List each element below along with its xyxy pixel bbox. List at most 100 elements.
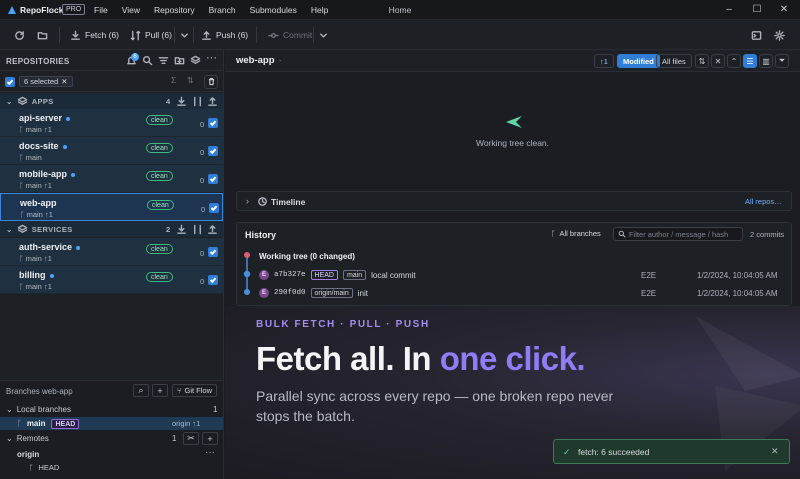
promo-headline: Fetch all. In one click. — [256, 340, 586, 377]
toolbar-divider — [193, 27, 194, 43]
list-view-button[interactable]: ☰ — [743, 54, 757, 68]
repo-checkbox[interactable] — [208, 275, 218, 285]
working-tree-row[interactable]: Working tree (0 changed) — [259, 252, 355, 261]
delete-button[interactable] — [204, 75, 218, 89]
upload-icon[interactable] — [207, 224, 218, 235]
repo-checkbox[interactable] — [208, 118, 218, 128]
open-folder-button[interactable] — [37, 28, 48, 42]
pull-options-button[interactable] — [179, 28, 190, 42]
group-apps-header[interactable]: ⌄ APPS 4 — [0, 93, 223, 109]
more-options-icon[interactable]: ··· — [206, 52, 217, 64]
repo-selector[interactable]: web-app · — [236, 55, 282, 66]
branch-icon: ᚴ — [551, 229, 556, 238]
settings-button[interactable] — [774, 28, 785, 42]
menu-repository[interactable]: Repository — [154, 5, 195, 15]
download-icon[interactable] — [176, 96, 187, 107]
repo-name: auth-service — [19, 242, 73, 252]
group-name: APPS — [31, 96, 54, 106]
terminal-icon — [751, 30, 762, 41]
select-all-checkbox[interactable] — [5, 77, 15, 87]
group-services-header[interactable]: ⌄ SERVICES 2 — [0, 221, 223, 237]
all-repos-link[interactable]: All repos… — [745, 197, 782, 206]
push-button[interactable]: Push (6) — [201, 28, 248, 42]
repo-item-mobile-app[interactable]: mobile-app ᚴ main ↑1 clean 0 — [0, 165, 223, 193]
notification-count-badge: 6 — [131, 53, 139, 61]
search-icon[interactable] — [142, 55, 153, 66]
split-view-button[interactable]: ▥ — [759, 54, 773, 68]
add-folder-icon[interactable] — [174, 55, 185, 66]
repo-item-api-server[interactable]: api-server ᚴ main ↑1 clean 0 — [0, 109, 223, 137]
filter-button[interactable]: ⏷ — [775, 54, 789, 68]
menu-help[interactable]: Help — [311, 5, 328, 15]
git-flow-button[interactable]: ⑂ Git Flow — [172, 384, 218, 397]
group-name: SERVICES — [31, 224, 73, 234]
pull-icon[interactable] — [192, 224, 203, 235]
branches-filter-button[interactable]: ᚴ All branches — [551, 229, 601, 238]
branch-icon: ᚴ — [19, 282, 26, 291]
menu-view[interactable]: View — [122, 5, 140, 15]
repo-checkbox[interactable] — [208, 247, 218, 257]
download-icon[interactable] — [176, 224, 187, 235]
menu-file[interactable]: File — [94, 5, 108, 15]
change-count: 0 — [200, 120, 205, 129]
commit-count: 2 commits — [750, 230, 785, 239]
expand-all-button[interactable]: ⌃ — [727, 54, 741, 68]
repo-checkbox[interactable] — [208, 174, 218, 184]
branch-search-button[interactable]: ⌕ — [133, 384, 149, 397]
collapse-all-button[interactable]: ✕ — [711, 54, 725, 68]
sum-icon[interactable]: Σ — [171, 76, 176, 85]
repo-name: docs-site — [19, 141, 59, 151]
commit-options-button[interactable] — [318, 28, 329, 42]
scissors-icon[interactable]: ✂ — [183, 432, 199, 445]
add-branch-button[interactable]: + — [152, 384, 168, 397]
upload-icon[interactable] — [207, 96, 218, 107]
repo-branch: ᚴ main ↑1 — [20, 210, 53, 219]
repo-item-billing[interactable]: billing ᚴ main ↑1 clean 0 — [0, 266, 223, 294]
repo-item-auth-service[interactable]: auth-service ᚴ main ↑1 clean 0 — [0, 238, 223, 266]
remote-branch-item[interactable]: ᚴ HEAD — [29, 463, 59, 472]
remote-more-icon[interactable]: ··· — [205, 447, 215, 458]
search-icon — [618, 230, 626, 238]
minimize-icon[interactable]: – — [722, 3, 736, 17]
menu-branch[interactable]: Branch — [209, 5, 236, 15]
history-title: History — [245, 230, 277, 240]
sort-icon: ⇅ — [698, 56, 706, 66]
collapse-icon[interactable]: ⇅ — [187, 76, 194, 85]
timeline-section[interactable]: › Timeline All repos… — [236, 191, 792, 211]
pull-button[interactable]: Pull (6) — [130, 28, 172, 42]
history-filter-input[interactable]: Filter author / message / hash — [613, 227, 743, 241]
repo-name: web-app — [20, 198, 57, 208]
maximize-icon[interactable]: ☐ — [750, 3, 764, 17]
terminal-button[interactable] — [751, 28, 762, 42]
search-icon: ⌕ — [138, 385, 144, 395]
window-title: Home — [388, 5, 412, 15]
commit-button[interactable]: Commit — [268, 28, 312, 42]
filter-all-files-button[interactable]: All files — [656, 54, 692, 68]
clear-selection-icon[interactable]: ✕ — [61, 77, 67, 87]
commit-row[interactable]: E 290f0d0 origin/main init E2E 1/2/2024,… — [259, 287, 789, 299]
repo-checkbox[interactable] — [208, 146, 218, 156]
add-remote-button[interactable]: + — [202, 432, 218, 445]
fetch-button[interactable]: Fetch (6) — [70, 28, 119, 42]
remote-name[interactable]: origin — [17, 450, 39, 459]
menu-submodules[interactable]: Submodules — [250, 5, 297, 15]
layers-icon[interactable] — [190, 55, 201, 66]
refresh-button[interactable] — [14, 28, 25, 42]
close-icon[interactable]: ✕ — [771, 446, 779, 457]
sort-button[interactable]: ⇅ — [695, 54, 709, 68]
repo-item-web-app[interactable]: web-app ᚴ main ↑1 clean 0 — [0, 193, 223, 221]
branch-item-main[interactable]: ᚴ main HEAD origin ↑1 — [0, 417, 223, 430]
filter-modified-button[interactable]: Modified — [617, 54, 660, 68]
app-logo-icon — [6, 4, 18, 16]
chevron-down-icon: ⌄ — [6, 96, 13, 106]
repo-checkbox[interactable] — [209, 203, 219, 213]
remotes-header[interactable]: ⌄ Remotes 1 ✂ + — [0, 432, 223, 445]
commit-row[interactable]: E a7b327e HEAD main local commit E2E 1/2… — [259, 269, 789, 281]
filter-icon[interactable] — [158, 55, 169, 66]
local-branches-header[interactable]: ⌄ Local branches 1 — [0, 403, 223, 416]
pull-icon[interactable] — [192, 96, 203, 107]
repo-item-docs-site[interactable]: docs-site ᚴ main clean 0 — [0, 137, 223, 165]
close-window-icon[interactable]: ✕ — [777, 3, 791, 17]
branches-panel: Branches web-app ⌕ + ⑂ Git Flow ⌄ Local b… — [0, 380, 223, 479]
commit-author: E2E — [641, 270, 657, 280]
